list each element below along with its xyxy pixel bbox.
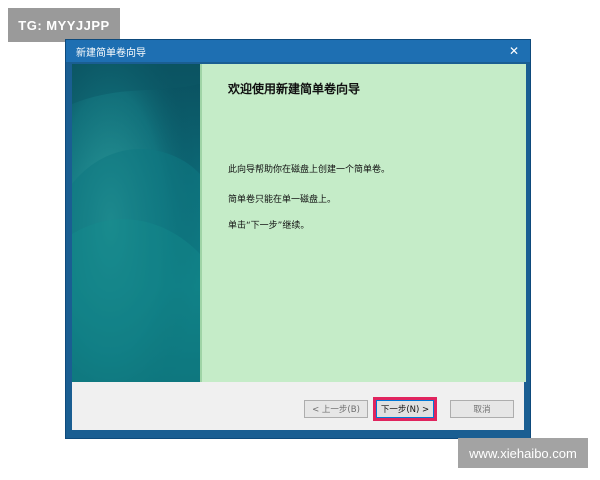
single-disk-text: 简单卷只能在单一磁盘上。 xyxy=(228,195,337,205)
title-bar: 新建简单卷向导 ✕ xyxy=(66,40,530,62)
wizard-heading: 欢迎使用新建简单卷向导 xyxy=(228,82,361,96)
button-bar: < 上一步(B) 下一步(N) > 取消 xyxy=(72,382,524,430)
continue-hint-text: 单击“下一步”继续。 xyxy=(228,221,310,231)
cancel-button[interactable]: 取消 xyxy=(450,400,514,418)
side-graphic-art xyxy=(72,64,200,382)
window-title: 新建简单卷向导 xyxy=(76,47,146,59)
watermark-badge-top: TG: MYYJJPP xyxy=(8,8,120,42)
wizard-content: 欢迎使用新建简单卷向导 此向导帮助你在磁盘上创建一个简单卷。 简单卷只能在单一磁… xyxy=(200,64,526,382)
next-button[interactable]: 下一步(N) > xyxy=(376,400,434,418)
intro-text: 此向导帮助你在磁盘上创建一个简单卷。 xyxy=(228,165,391,175)
back-button[interactable]: < 上一步(B) xyxy=(304,400,368,418)
close-icon[interactable]: ✕ xyxy=(504,40,524,62)
wizard-window: 新建简单卷向导 ✕ 欢迎使用新建简单卷向导 此向导帮助你在磁盘上创建一个简单卷。… xyxy=(66,40,530,438)
wizard-side-graphic xyxy=(72,64,200,382)
watermark-badge-bottom: www.xiehaibo.com xyxy=(458,438,588,468)
